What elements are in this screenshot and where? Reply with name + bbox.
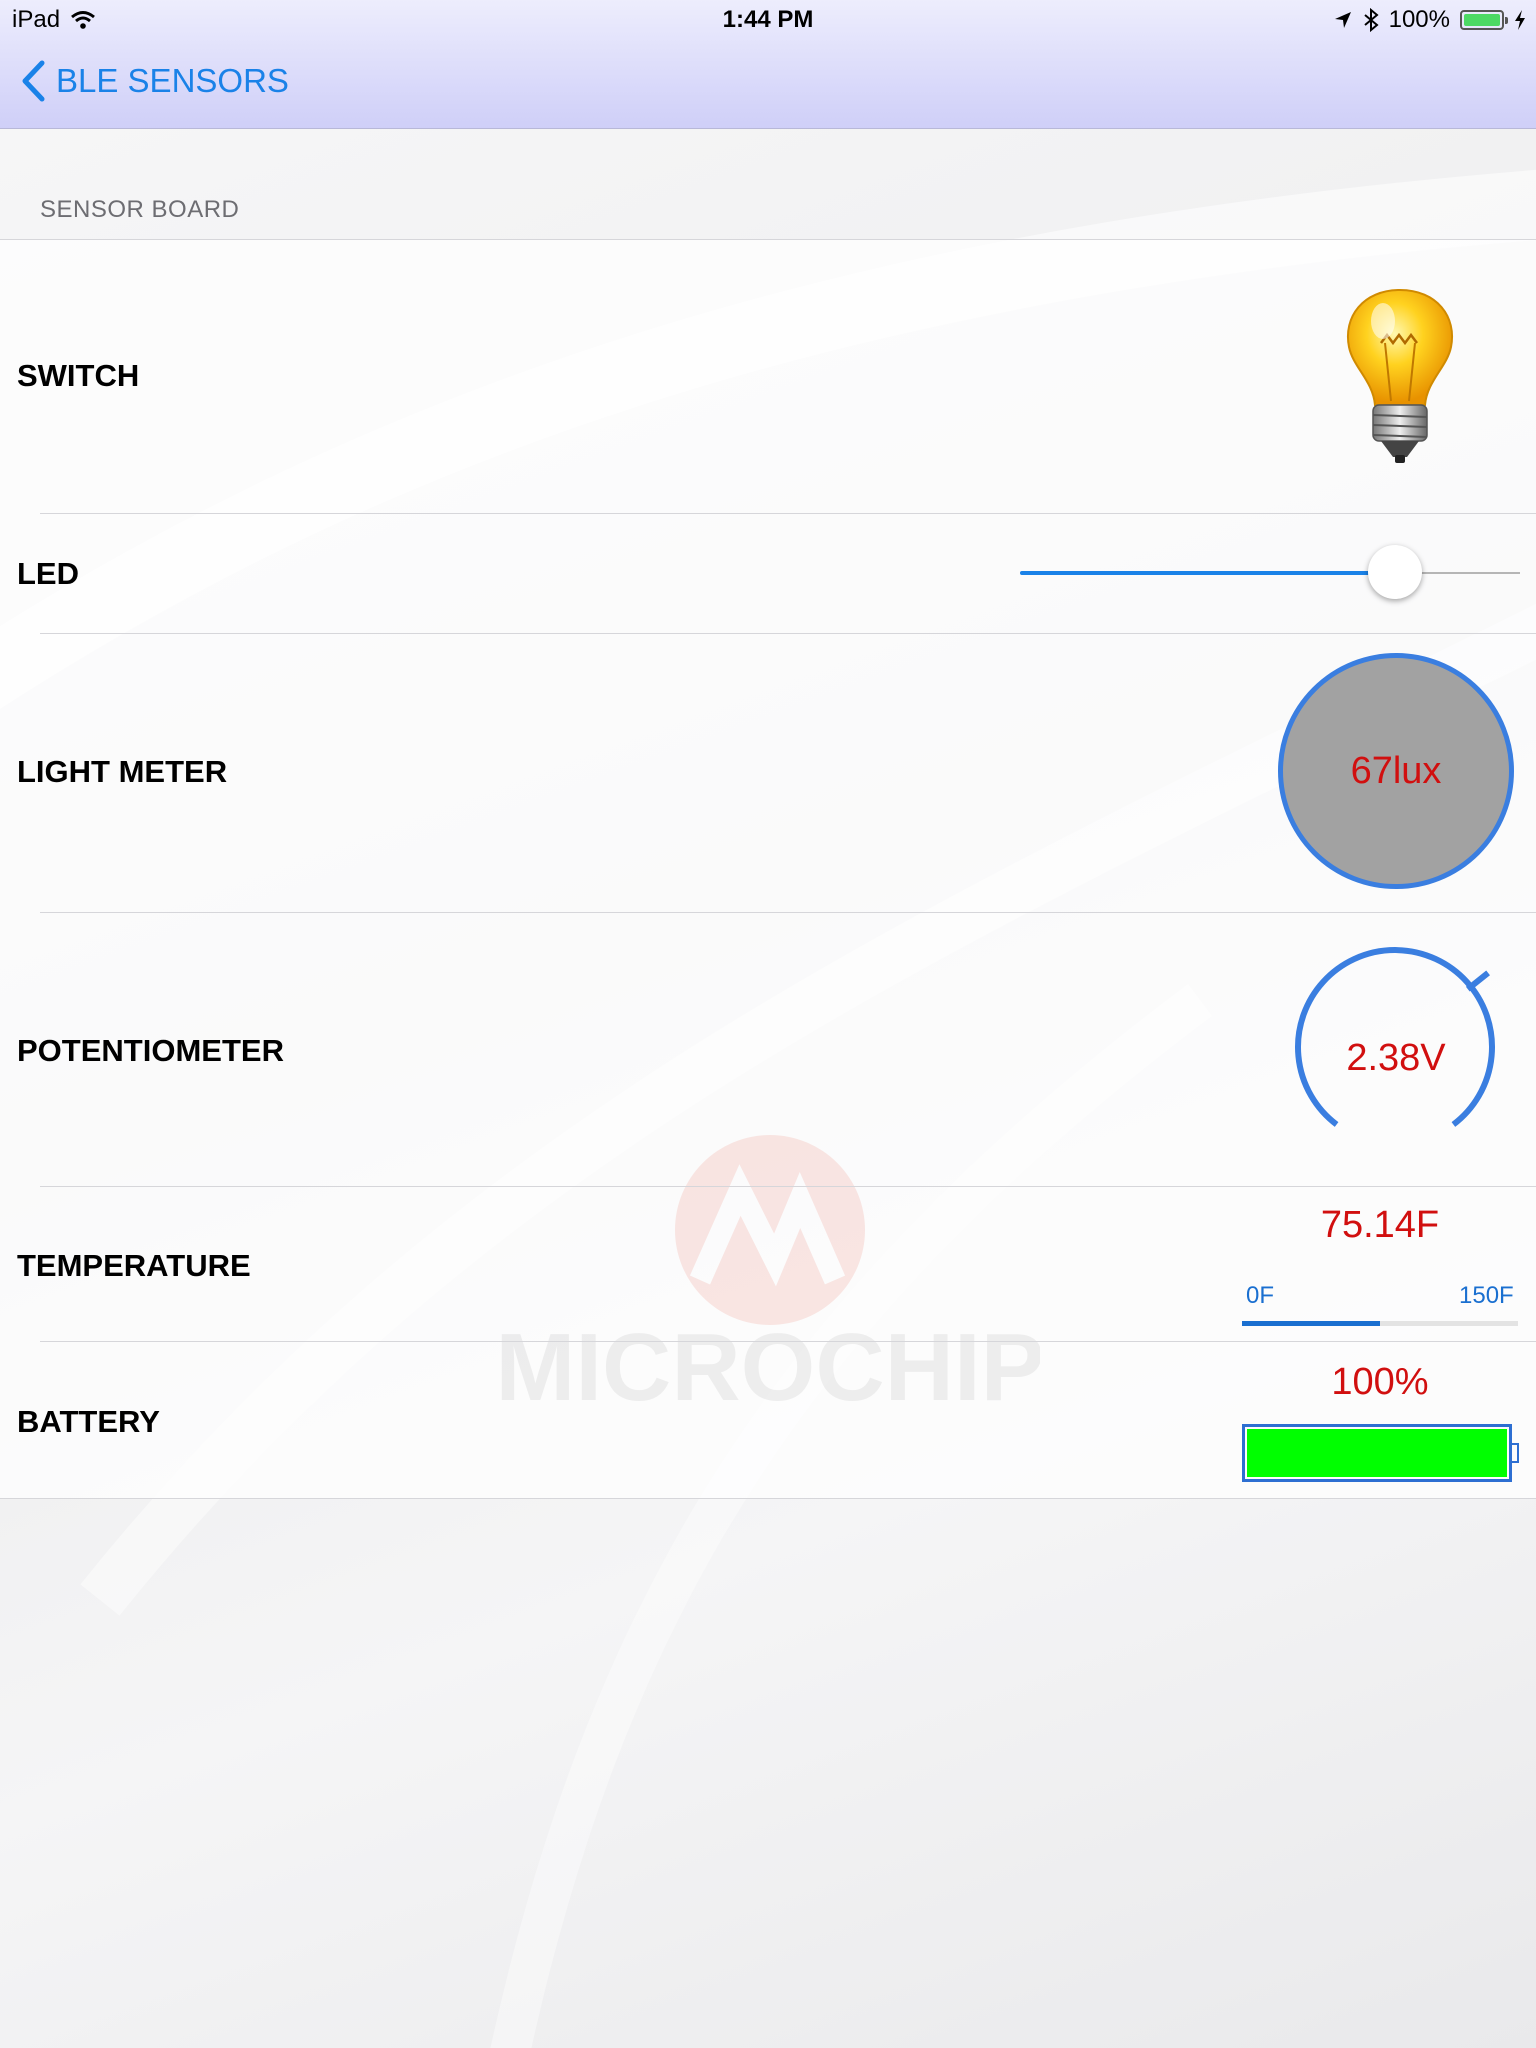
back-button-label: BLE SENSORS	[56, 62, 289, 99]
light-meter-value: 67lux	[1350, 749, 1442, 792]
light-meter-gauge: 67lux	[1278, 653, 1514, 889]
row-label-temperature: TEMPERATURE	[17, 1248, 251, 1283]
led-row: LED	[0, 513, 1536, 633]
battery-terminal	[1512, 1443, 1519, 1463]
battery-level-fill	[1247, 1429, 1507, 1477]
lightbulb-icon	[1347, 288, 1453, 463]
status-bar: iPad 1:44 PM 100%	[0, 0, 1536, 40]
bluetooth-icon	[1363, 8, 1379, 32]
chevron-left-icon	[22, 60, 45, 102]
slider-thumb[interactable]	[1367, 545, 1422, 599]
temperature-bar	[1242, 1321, 1518, 1326]
temperature-value: 75.14F	[1320, 1204, 1440, 1246]
battery-icon	[1460, 10, 1508, 30]
location-arrow-icon	[1334, 12, 1351, 28]
battery-row: BATTERY 100%	[0, 1341, 1536, 1498]
switch-row: SWITCH	[0, 240, 1536, 513]
temperature-row: TEMPERATURE 75.14F 0F 150F	[0, 1186, 1536, 1341]
temperature-max-label: 150F	[1459, 1282, 1514, 1309]
row-label-battery: BATTERY	[17, 1404, 160, 1439]
battery-value: 100%	[1331, 1361, 1429, 1403]
temperature-min-label: 0F	[1246, 1282, 1275, 1309]
status-time: 1:44 PM	[722, 6, 814, 33]
battery-percent: 100%	[1388, 6, 1450, 33]
section-header: SENSOR BOARD	[40, 196, 240, 223]
led-slider[interactable]	[1020, 543, 1520, 603]
potentiometer-value: 2.38V	[1346, 1037, 1446, 1079]
sensor-table: MICROCHIP SWITCH LED LIGHT METER 67lux P…	[0, 239, 1536, 1499]
light-meter-row: LIGHT METER 67lux	[0, 633, 1536, 912]
row-label-potentiometer: POTENTIOMETER	[17, 1033, 284, 1068]
row-label-light-meter: LIGHT METER	[17, 754, 228, 789]
back-button[interactable]: BLE SENSORS	[20, 60, 289, 102]
charging-bolt-icon	[1515, 10, 1525, 30]
battery-level-indicator	[1242, 1424, 1512, 1482]
slider-track-filled	[1020, 571, 1395, 575]
row-label-switch: SWITCH	[17, 358, 140, 393]
potentiometer-row: POTENTIOMETER 2.38V	[0, 912, 1536, 1186]
row-label-led: LED	[17, 556, 79, 591]
temperature-bar-fill	[1242, 1321, 1380, 1326]
